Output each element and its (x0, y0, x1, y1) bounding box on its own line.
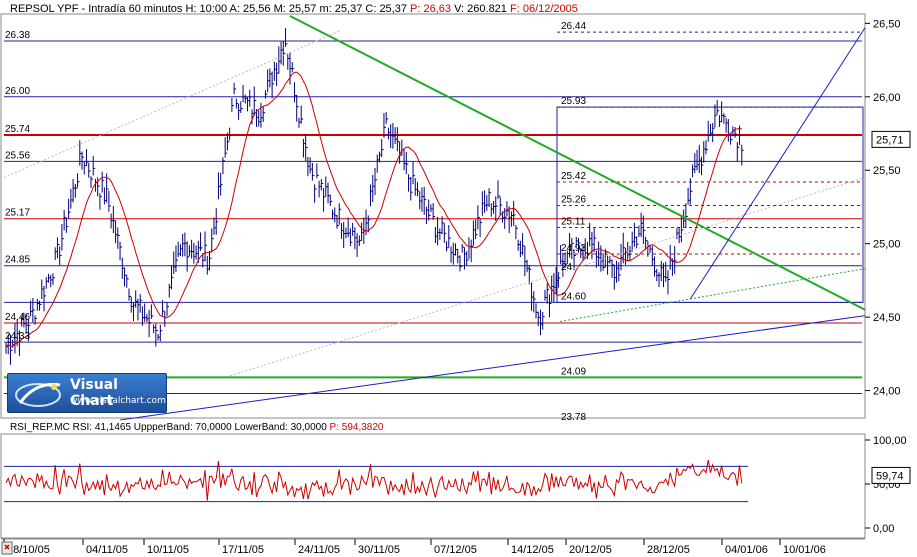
left-level-label: 25.17 (5, 208, 30, 219)
left-level-label: 24.33 (5, 331, 30, 342)
date-axis-label: 30/11/05 (358, 544, 400, 556)
fib-level-label: 23.78 (561, 412, 586, 423)
fib-level-label: 24.60 (561, 291, 586, 302)
left-level-label: 26.38 (5, 30, 30, 41)
field-p-value: 26,63 (423, 3, 452, 15)
fib-level-label: 24 (561, 262, 573, 273)
field-a-label: A: (229, 3, 240, 15)
field-m-label: M: (273, 3, 286, 15)
price-axis-label: 24,00 (873, 386, 901, 398)
symbol-label: REPSOL YPF - Intradía 60 minutos (10, 3, 183, 15)
field-v-value: 260.821 (467, 3, 507, 15)
date-axis-label: 10/11/05 (147, 544, 189, 556)
price-axis-label: 26,50 (873, 18, 901, 30)
upper-band-label: UppperBand: (133, 422, 193, 433)
field-m-value: 25,57 (288, 3, 317, 15)
date-axis-label: 24/11/05 (298, 544, 340, 556)
field-v-label: V: (454, 3, 465, 15)
rsi-header: RSI_REP.MC RSI: 41,1465 UppperBand: 70,0… (10, 422, 384, 433)
rsi-axis-label: 0,00 (873, 523, 894, 535)
date-axis-label: 07/12/05 (434, 544, 477, 556)
rsi-name: RSI_REP.MC (10, 422, 70, 433)
price-axis-label: 25,00 (873, 239, 901, 251)
date-axis-label: 04/11/05 (86, 544, 128, 556)
date-axis-label: 20/12/05 (569, 544, 612, 556)
rsi-value-label: RSI: (72, 422, 93, 433)
fib-level-label: 25.11 (561, 217, 586, 228)
field-h-label: H: (185, 3, 197, 15)
left-level-label: 25.56 (5, 150, 30, 161)
date-axis-label: 28/12/05 (647, 544, 690, 556)
left-level-label: 24.46 (5, 312, 30, 323)
rsi-axis-label: 100,00 (873, 435, 907, 447)
field-f-value: 06/12/2005 (522, 3, 578, 15)
upper-band-value: 70,0000 (195, 422, 232, 433)
fib-level-label: 25.93 (561, 96, 586, 107)
chart-canvas: 26.38 26.00 25.74 25.56 25.17 24.85 24.46 24.33… (0, 13, 911, 556)
field-p-label: P: (410, 3, 421, 15)
date-axis-label: 17/11/05 (222, 544, 264, 556)
date-axis-label: 14/12/05 (511, 544, 554, 556)
fib-level-label: 25.42 (561, 171, 586, 182)
field-lo-value: 25,37 (334, 3, 363, 15)
price-axis-label: 26,00 (873, 92, 901, 104)
visual-chart-logo[interactable]: Visual Chart www.visualchart.com (7, 373, 167, 413)
price-axis-label: 25,50 (873, 165, 901, 177)
logo-url: www.visualchart.com (70, 396, 166, 406)
rsi-p-label: P: (329, 422, 339, 433)
left-level-label: 24.85 (5, 255, 30, 266)
field-lo-label: m: (319, 3, 332, 15)
fib-level-label: 24.09 (561, 366, 586, 377)
lower-band-label: LowerBand: (234, 422, 288, 433)
last-price-value: 25,71 (876, 134, 904, 146)
rsi-p-value: 594,3820 (341, 422, 384, 433)
field-f-label: F: (509, 3, 520, 15)
fib-level-label: 24.93 (561, 243, 586, 254)
date-axis-label: 04/01/06 (725, 544, 768, 556)
rsi-value: 41,1465 (94, 422, 132, 433)
price-axis-label: 24,50 (873, 312, 901, 324)
left-level-label: 25.74 (5, 124, 30, 135)
field-c-value: 25,37 (379, 3, 407, 15)
fib-level-label: 25.26 (561, 194, 586, 205)
price-header: REPSOL YPF - Intradía 60 minutos H: 10:0… (10, 3, 578, 15)
field-h-value: 10:00 (199, 3, 228, 15)
field-a-value: 25,56 (243, 3, 271, 15)
lower-band-value: 30,0000 (290, 422, 327, 433)
left-level-label: 26.00 (5, 86, 30, 97)
pin-icon[interactable] (0, 540, 14, 557)
field-c-label: C: (365, 3, 377, 15)
date-axis-label: 10/01/06 (783, 544, 826, 556)
rsi-last-value: 59,74 (876, 470, 904, 482)
logo-swoosh-icon (15, 382, 61, 407)
fib-level-label: 26.44 (561, 21, 586, 32)
